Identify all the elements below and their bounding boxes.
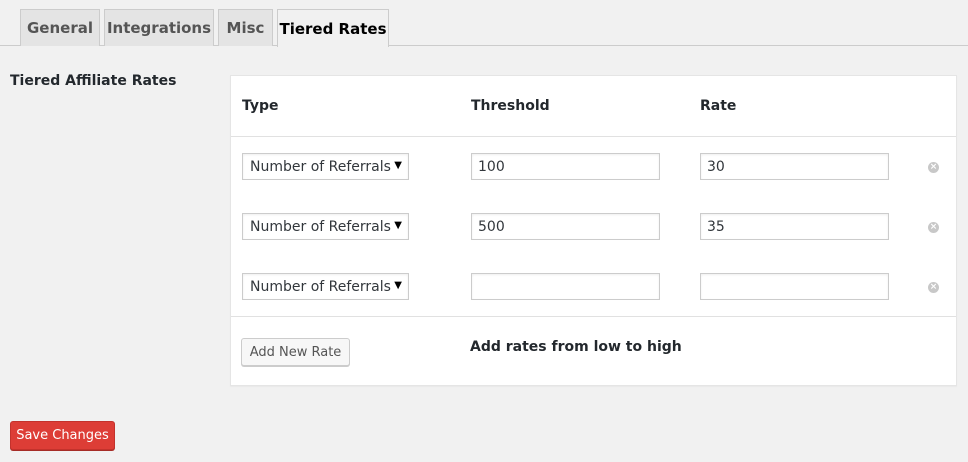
dropdown-arrow-icon: ▼ (394, 160, 402, 171)
remove-row-icon[interactable]: × (928, 162, 939, 173)
rate-type-select[interactable]: Number of Referrals ▼ (242, 213, 409, 240)
tab-misc[interactable]: Misc (218, 9, 273, 46)
rate-input[interactable] (700, 213, 889, 240)
threshold-input[interactable] (471, 153, 660, 180)
column-header-threshold: Threshold (471, 98, 550, 114)
column-header-type: Type (242, 98, 279, 114)
rate-type-value: Number of Referrals (250, 278, 391, 295)
rate-type-select[interactable]: Number of Referrals ▼ (242, 273, 409, 300)
header-divider (231, 136, 956, 137)
tab-tiered-rates[interactable]: Tiered Rates (277, 9, 389, 47)
rate-input[interactable] (700, 273, 889, 300)
rate-input[interactable] (700, 153, 889, 180)
section-label: Tiered Affiliate Rates (10, 73, 177, 89)
threshold-input[interactable] (471, 213, 660, 240)
rates-hint: Add rates from low to high (470, 339, 682, 355)
remove-row-icon[interactable]: × (928, 282, 939, 293)
dropdown-arrow-icon: ▼ (394, 280, 402, 291)
column-header-rate: Rate (700, 98, 737, 114)
rate-type-value: Number of Referrals (250, 218, 391, 235)
tab-general[interactable]: General (20, 9, 100, 46)
settings-page: General Integrations Misc Tiered Rates T… (0, 0, 968, 462)
rate-type-select[interactable]: Number of Referrals ▼ (242, 153, 409, 180)
remove-row-icon[interactable]: × (928, 222, 939, 233)
rate-type-value: Number of Referrals (250, 158, 391, 175)
tab-integrations[interactable]: Integrations (104, 9, 214, 46)
threshold-input[interactable] (471, 273, 660, 300)
settings-tabs: General Integrations Misc Tiered Rates (0, 0, 968, 47)
dropdown-arrow-icon: ▼ (394, 220, 402, 231)
tiered-rates-panel: Type Threshold Rate Number of Referrals … (230, 75, 957, 386)
footer-divider (231, 316, 956, 317)
add-new-rate-button[interactable]: Add New Rate (241, 338, 350, 366)
save-changes-button[interactable]: Save Changes (10, 421, 115, 450)
